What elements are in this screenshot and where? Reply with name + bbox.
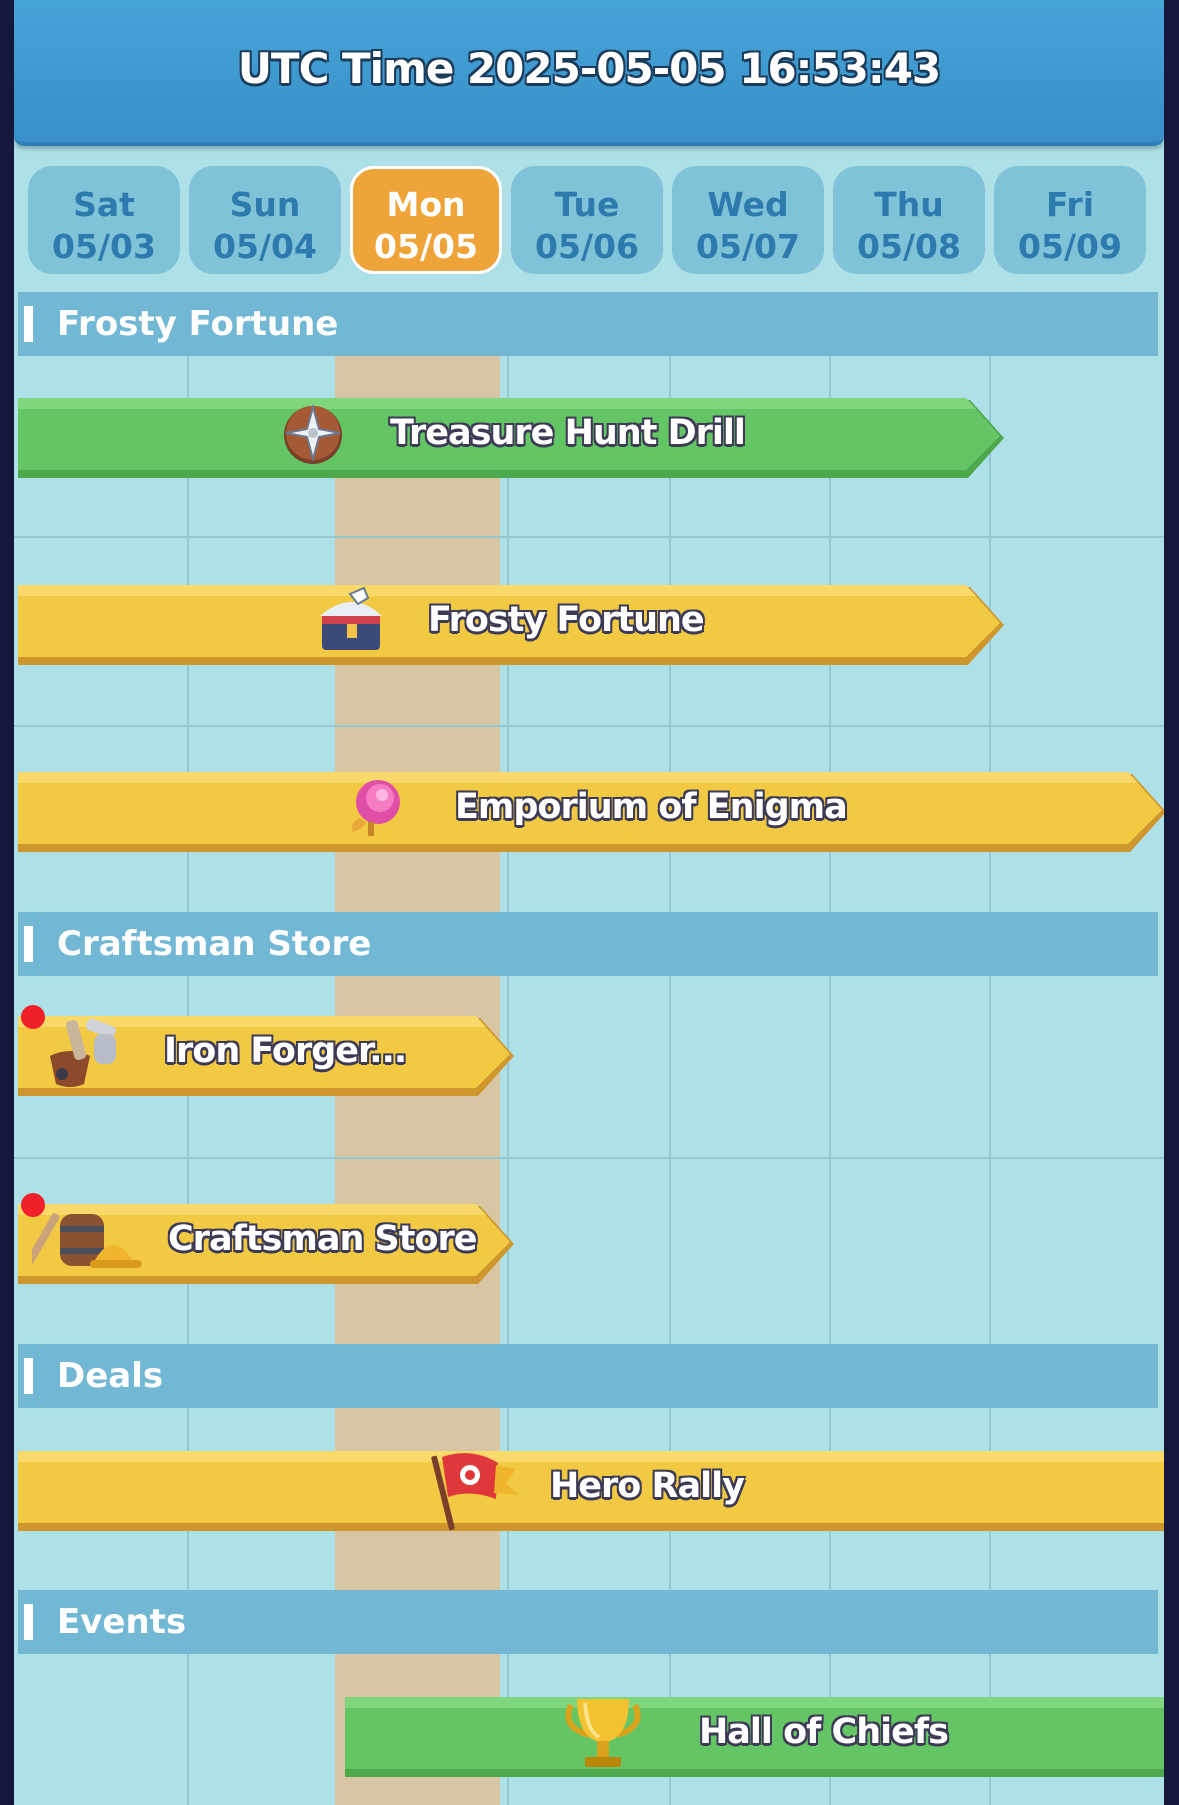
day-name: Wed xyxy=(707,185,789,224)
section-marker xyxy=(24,926,33,962)
event-label: Emporium of Enigma xyxy=(455,787,848,827)
event-label: Treasure Hunt Drill xyxy=(390,413,746,453)
section-marker xyxy=(24,1604,33,1640)
event-label: Hall of Chiefs xyxy=(699,1712,949,1752)
section-title: Frosty Fortune xyxy=(57,304,339,344)
day-name: Tue xyxy=(554,185,620,224)
day-name: Sun xyxy=(229,185,301,224)
event-label: Hero Rally xyxy=(550,1466,745,1506)
event-banner-iron-forger[interactable]: Iron Forger... xyxy=(18,1016,514,1104)
event-label: Iron Forger... xyxy=(164,1031,407,1071)
section-deals: Deals xyxy=(18,1344,1158,1408)
day-tab-wed[interactable]: Wed 05/07 xyxy=(672,166,824,274)
rose-icon xyxy=(351,780,400,836)
day-date: 05/07 xyxy=(696,227,800,266)
forge-tools-icon xyxy=(50,1018,116,1087)
day-tab-fri[interactable]: Fri 05/09 xyxy=(994,166,1146,274)
treasure-chest-icon xyxy=(320,586,382,650)
day-date: 05/08 xyxy=(857,227,961,266)
day-date: 05/06 xyxy=(535,227,639,266)
section-title: Craftsman Store xyxy=(57,924,372,964)
event-label: Frosty Fortune xyxy=(428,600,705,640)
event-banner-hall-of-chiefs[interactable]: Hall of Chiefs xyxy=(345,1697,1164,1785)
row-divider xyxy=(14,1157,1164,1159)
section-title: Events xyxy=(57,1602,187,1642)
event-banner-hero-rally[interactable]: Hero Rally xyxy=(18,1451,1164,1539)
day-name: Thu xyxy=(874,185,944,224)
event-banner-frosty-fortune[interactable]: Frosty Fortune xyxy=(18,585,1004,673)
barrel-helmet-icon xyxy=(32,1213,142,1268)
day-tab-thu[interactable]: Thu 05/08 xyxy=(833,166,985,274)
day-date: 05/03 xyxy=(52,227,156,266)
day-date: 05/09 xyxy=(1018,227,1122,266)
rally-flag-icon xyxy=(431,1453,518,1531)
day-date: 05/05 xyxy=(374,227,478,266)
event-banner-craftsman-store[interactable]: Craftsman Store xyxy=(18,1204,514,1292)
day-name: Mon xyxy=(386,185,466,224)
day-date: 05/04 xyxy=(213,227,317,266)
grid-divider xyxy=(669,356,671,1805)
trophy-icon xyxy=(565,1699,641,1767)
day-tab-tue[interactable]: Tue 05/06 xyxy=(511,166,663,274)
schedule-screen: UTC Time 2025-05-05 16:53:43 Sat 05/03 Su… xyxy=(14,0,1164,1805)
day-tab-sun[interactable]: Sun 05/04 xyxy=(189,166,341,274)
day-name: Sat xyxy=(73,185,135,224)
section-title: Deals xyxy=(57,1356,164,1396)
row-divider xyxy=(14,725,1164,727)
compass-shuriken-icon xyxy=(284,403,342,464)
section-frosty-fortune: Frosty Fortune xyxy=(18,292,1158,356)
notification-dot xyxy=(21,1193,45,1217)
notification-dot xyxy=(21,1005,45,1029)
event-label: Craftsman Store xyxy=(168,1219,478,1259)
day-tab-sat[interactable]: Sat 05/03 xyxy=(28,166,180,274)
day-name: Fri xyxy=(1045,185,1095,224)
day-tab-mon[interactable]: Mon 05/05 xyxy=(350,166,502,274)
event-banner-emporium-of-enigma[interactable]: Emporium of Enigma xyxy=(18,772,1164,860)
grid-divider xyxy=(829,356,831,1805)
utc-time-title: UTC Time 2025-05-05 16:53:43 xyxy=(237,44,941,93)
section-marker xyxy=(24,306,33,342)
header-bar: UTC Time 2025-05-05 16:53:43 xyxy=(14,0,1164,146)
row-divider xyxy=(14,536,1164,538)
section-events: Events xyxy=(18,1590,1158,1654)
event-banner-treasure-hunt-drill[interactable]: Treasure Hunt Drill xyxy=(18,398,1004,486)
grid-divider xyxy=(989,356,991,1805)
section-craftsman-store: Craftsman Store xyxy=(18,912,1158,976)
section-marker xyxy=(24,1358,33,1394)
